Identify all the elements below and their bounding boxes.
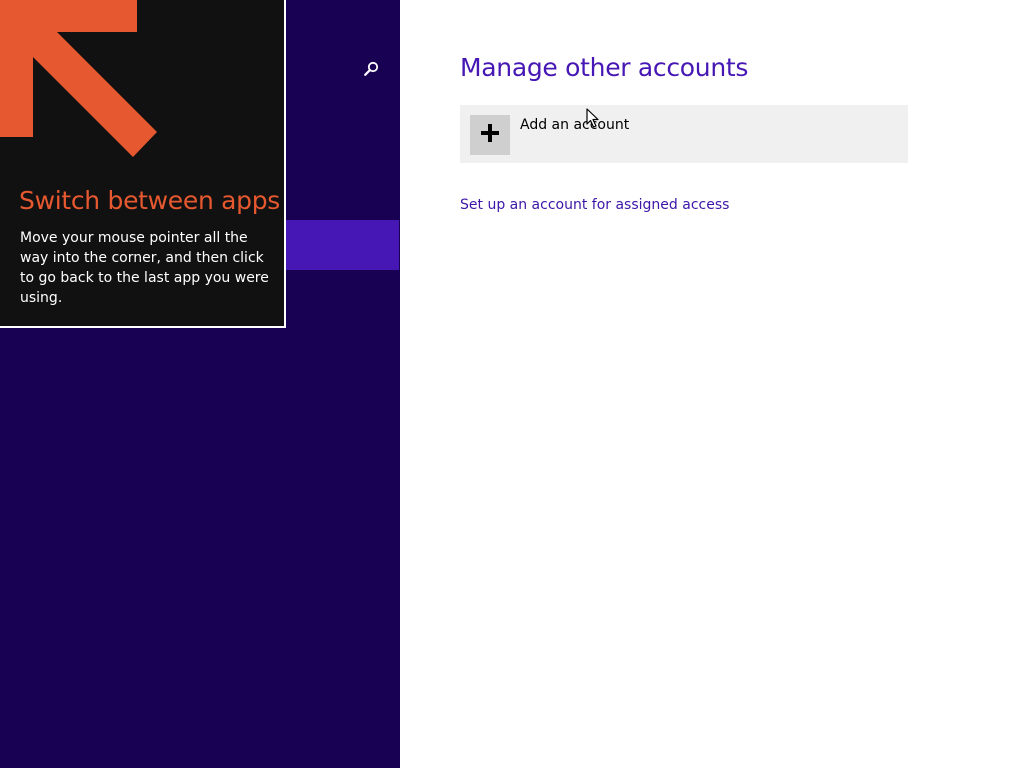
arrow-up-left-icon: [0, 0, 170, 174]
plus-icon: [480, 123, 500, 147]
add-account-label: Add an account: [520, 117, 630, 133]
page-title: Manage other accounts: [460, 53, 749, 82]
settings-screen: Switch between apps Move your mouse poin…: [0, 0, 1024, 768]
mouse-cursor-icon: [586, 108, 600, 132]
switch-apps-tip: Switch between apps Move your mouse poin…: [0, 0, 286, 328]
selected-nav-item[interactable]: [286, 220, 399, 270]
add-icon-box: [470, 115, 510, 155]
search-icon: [363, 61, 379, 81]
tip-body: Move your mouse pointer all the way into…: [20, 230, 269, 306]
tip-title: Switch between apps: [19, 186, 281, 215]
add-account-button[interactable]: Add an account: [460, 105, 908, 163]
assigned-access-link[interactable]: Set up an account for assigned access: [460, 197, 729, 213]
search-button[interactable]: [356, 56, 386, 86]
